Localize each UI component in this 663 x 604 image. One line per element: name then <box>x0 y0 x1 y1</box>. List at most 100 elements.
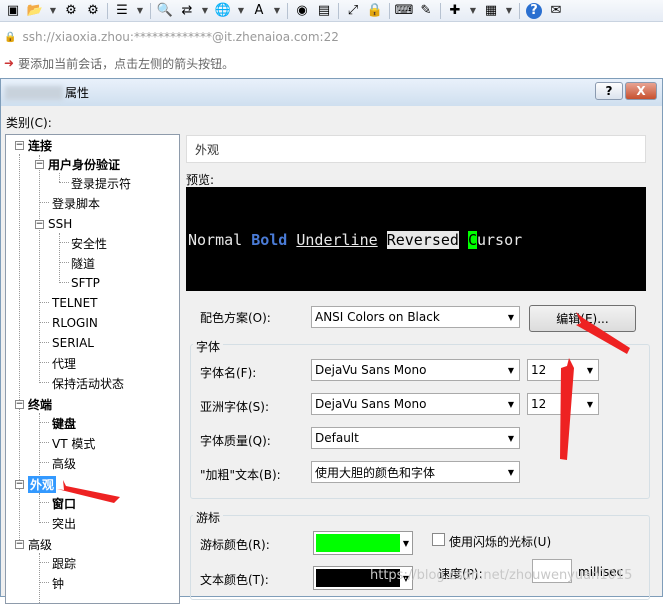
font-name-select[interactable]: DejaVu Sans Mono ▼ <box>311 359 520 381</box>
chevron-down-icon: ▼ <box>586 365 594 375</box>
dialog-titlebar[interactable]: 属性 ? X <box>1 79 662 106</box>
sftp-icon[interactable]: ▤ <box>313 1 335 21</box>
chevron-down-icon: ▼ <box>507 365 515 375</box>
collapse-icon[interactable]: − <box>35 219 44 229</box>
scheme-select[interactable]: ANSI Colors on Black ▼ <box>311 306 520 328</box>
fullscreen-icon[interactable]: ⤢ <box>342 1 364 21</box>
cursor-color-swatch <box>316 534 400 552</box>
asian-font-label: 亚洲字体(S): <box>200 400 270 414</box>
lock-icon[interactable]: 🔒 <box>364 1 386 21</box>
asian-font-select[interactable]: DejaVu Sans Mono ▼ <box>311 393 520 415</box>
toolbar-separator <box>107 2 108 19</box>
tree-item-keyboard[interactable]: 键盘 <box>52 414 76 432</box>
preview-cursor-block: C <box>467 231 477 249</box>
chevron-down-icon[interactable]: ▼ <box>466 1 480 21</box>
tree-item-login-prompt[interactable]: 登录提示符 <box>71 174 131 192</box>
lock-icon: 🔒 <box>4 31 17 43</box>
layout-icon[interactable]: ▦ <box>480 1 502 21</box>
script-icon[interactable]: ✎ <box>415 1 437 21</box>
tree-item-connection[interactable]: − 连接 <box>15 136 52 154</box>
help-button[interactable]: ? <box>595 82 623 100</box>
tree-item-ssh[interactable]: − SSH <box>35 215 72 233</box>
cursor-color-label: 游标颜色(R): <box>200 538 270 552</box>
tree-item-serial[interactable]: SERIAL <box>52 334 94 352</box>
tree-item-vt-mode[interactable]: VT 模式 <box>52 434 95 452</box>
chevron-down-icon: ▼ <box>402 538 410 548</box>
tree-item-tunnel[interactable]: 隧道 <box>71 254 95 272</box>
chevron-down-icon[interactable]: ▼ <box>133 1 147 21</box>
address-bar[interactable]: 🔒 ssh://xiaoxia.zhou:*************@it.zh… <box>0 26 663 48</box>
text-color-label: 文本颜色(T): <box>200 573 269 587</box>
chevron-down-icon[interactable]: ▼ <box>198 1 212 21</box>
category-tree[interactable]: − 连接 − 用户身份验证 登录提示符 登录脚本 − SSH 安全性 隧道 SFTP … <box>5 134 180 604</box>
font-size-select[interactable]: 12 ▼ <box>527 359 599 381</box>
preview-bold: Bold <box>251 231 297 249</box>
tree-item-terminal-advanced[interactable]: 高级 <box>52 454 76 472</box>
properties-icon[interactable]: ☰ <box>111 1 133 21</box>
tree-item-auth[interactable]: − 用户身份验证 <box>35 155 120 173</box>
chevron-down-icon[interactable]: ▼ <box>46 1 60 21</box>
asian-font-size-select[interactable]: 12 ▼ <box>527 393 599 415</box>
help-icon[interactable]: ? <box>526 2 542 19</box>
address-text: ssh://xiaoxia.zhou:*************@it.zhen… <box>22 30 339 44</box>
tree-item-telnet[interactable]: TELNET <box>52 294 98 312</box>
edit-scheme-button[interactable]: 编辑(E)... <box>529 305 636 332</box>
tree-item-sftp[interactable]: SFTP <box>71 274 100 292</box>
collapse-icon[interactable]: − <box>15 479 24 489</box>
toolbar-separator <box>150 2 151 19</box>
tree-item-security[interactable]: 安全性 <box>71 234 107 252</box>
toolbar-separator <box>287 2 288 19</box>
bold-text-label: "加粗"文本(B): <box>200 468 281 482</box>
globe-icon[interactable]: 🌐 <box>212 1 234 21</box>
font-icon[interactable]: A <box>248 1 270 21</box>
collapse-icon[interactable]: − <box>15 399 24 409</box>
add-session-icon[interactable]: ✚ <box>444 1 466 21</box>
tree-item-proxy[interactable]: 代理 <box>52 354 76 372</box>
connect-icon[interactable]: ⚙ <box>60 1 82 21</box>
chat-icon[interactable]: ✉ <box>545 1 567 21</box>
find-icon[interactable]: 🔍 <box>154 1 176 21</box>
chevron-down-icon: ▼ <box>586 399 594 409</box>
chevron-down-icon: ▼ <box>507 433 515 443</box>
tree-item-login-script[interactable]: 登录脚本 <box>52 194 100 212</box>
preview-underline: Underline <box>296 231 378 249</box>
collapse-icon[interactable]: − <box>35 159 44 169</box>
bold-text-select[interactable]: 使用大胆的颜色和字体 ▼ <box>311 461 520 483</box>
cursor-color-picker[interactable]: ▼ <box>313 531 413 555</box>
collapse-icon[interactable]: − <box>15 140 24 150</box>
session-arrow-icon[interactable]: ➜ <box>4 56 14 70</box>
properties-dialog: 属性 ? X 类别(C): − 连接 − 用户身份验证 登录提示符 登录脚本 − SS… <box>0 78 663 604</box>
chevron-down-icon[interactable]: ▼ <box>234 1 248 21</box>
tree-item-trace[interactable]: 跟踪 <box>52 554 76 572</box>
watermark: https://blog.csdn.net/zhouwenyuan1015 <box>370 568 633 583</box>
close-button[interactable]: X <box>625 82 657 100</box>
blurred-session-name <box>5 85 63 100</box>
new-session-icon[interactable]: ▣ <box>2 1 24 21</box>
open-folder-icon[interactable]: 📂 <box>24 1 46 21</box>
collapse-icon[interactable]: − <box>15 539 24 549</box>
tree-item-keepalive[interactable]: 保持活动状态 <box>52 374 124 392</box>
tree-item-advanced[interactable]: − 高级 <box>15 535 52 553</box>
tree-item-highlight[interactable]: 突出 <box>52 514 76 532</box>
chevron-down-icon[interactable]: ▼ <box>502 1 516 21</box>
dialog-title: 属性 <box>65 86 90 100</box>
cursor-group-title: 游标 <box>193 509 224 526</box>
tree-item-appearance[interactable]: − 外观 <box>15 475 57 493</box>
chevron-down-icon: ▼ <box>507 467 515 477</box>
preview-space <box>459 231 468 249</box>
toolbar-separator <box>338 2 339 19</box>
tree-item-bell[interactable]: 钟 <box>52 574 64 592</box>
color-scheme-icon[interactable]: ◉ <box>291 1 313 21</box>
blink-cursor-checkbox[interactable] <box>432 533 445 546</box>
font-quality-select[interactable]: Default ▼ <box>311 427 520 449</box>
chevron-down-icon[interactable]: ▼ <box>270 1 284 21</box>
transfer-icon[interactable]: ⇄ <box>176 1 198 21</box>
tree-item-window[interactable]: 窗口 <box>52 494 76 512</box>
main-toolbar: ▣ 📂 ▼ ⚙ ⚙ ☰ ▼ 🔍 ⇄ ▼ 🌐 ▼ A ▼ ◉ ▤ ⤢ 🔒 ⌨ ✎ ✚ ▼ ▦ ▼? ✉ <box>0 0 663 22</box>
font-group-title: 字体 <box>193 338 224 355</box>
tree-item-rlogin[interactable]: RLOGIN <box>52 314 98 332</box>
disconnect-icon[interactable]: ⚙ <box>82 1 104 21</box>
terminal-preview: Normal Bold Underline Reversed Cursor re… <box>186 187 646 291</box>
keyboard-icon[interactable]: ⌨ <box>393 1 415 21</box>
tree-item-terminal[interactable]: − 终端 <box>15 395 52 413</box>
